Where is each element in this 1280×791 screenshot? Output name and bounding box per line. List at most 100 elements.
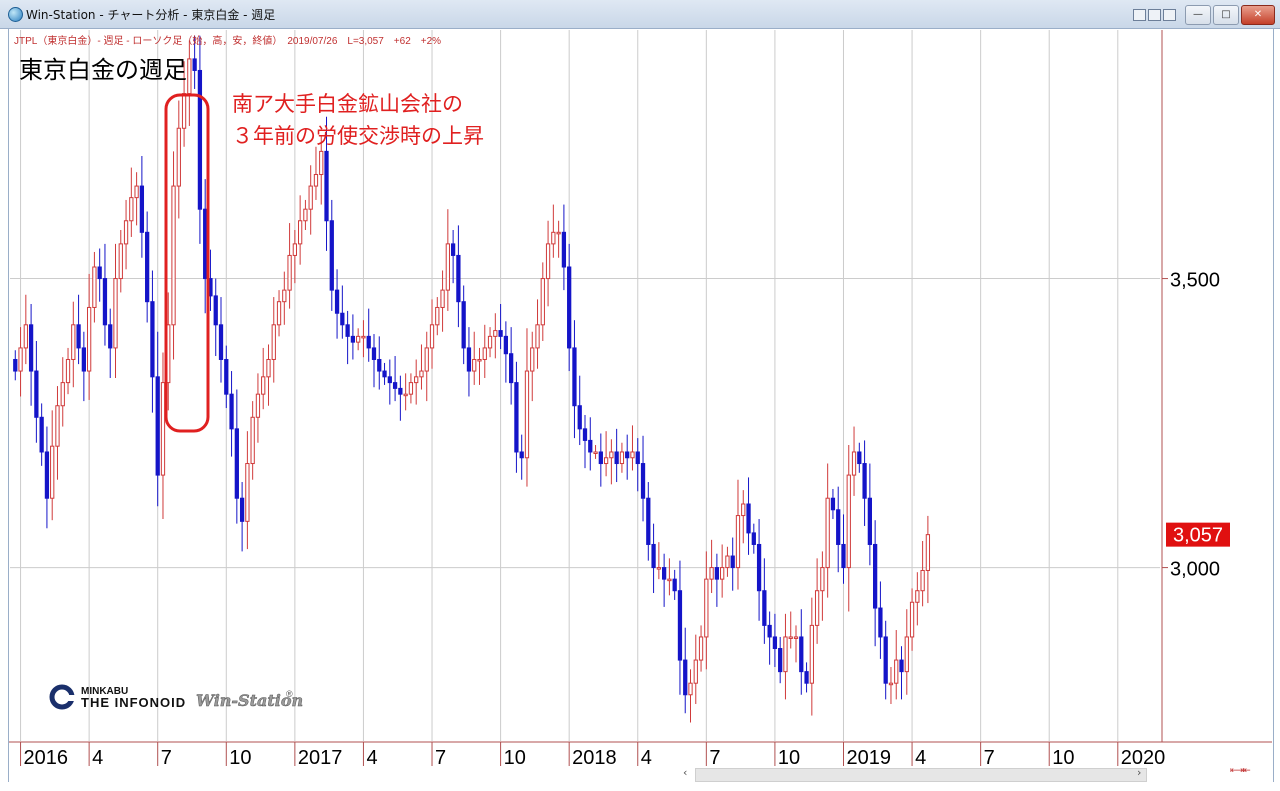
candle-up	[65, 358, 71, 384]
candle-up	[118, 243, 123, 280]
candle-down	[841, 543, 846, 569]
time-scrollbar[interactable]	[695, 768, 1147, 782]
x-tick-label: 2017	[298, 747, 343, 769]
candle-up	[820, 567, 825, 592]
candle-up	[292, 243, 297, 256]
candle-up	[540, 278, 545, 326]
candle-down	[371, 347, 377, 360]
candle-down	[139, 185, 145, 233]
candle-down	[392, 382, 398, 389]
logo-registered: ®	[286, 689, 293, 699]
scroll-left-arrow[interactable]: ‹	[683, 766, 687, 779]
candle-up	[894, 659, 899, 684]
candle-down	[108, 324, 113, 349]
candle-down	[730, 555, 735, 569]
candle-down	[34, 370, 39, 418]
last-price-label: 3,057	[1173, 525, 1223, 547]
candle-up	[276, 301, 282, 326]
candle-up	[171, 185, 176, 326]
candle-down	[762, 590, 767, 626]
candle-down	[640, 463, 646, 499]
candle-up	[245, 463, 250, 522]
candle-down	[567, 266, 572, 349]
candle-down	[778, 648, 783, 673]
candle-down	[677, 590, 683, 661]
candle-down	[772, 636, 778, 650]
candle-down	[450, 243, 456, 256]
y-tick-label: 3,000	[1170, 559, 1220, 581]
candle-down	[582, 428, 588, 441]
candle-up	[60, 382, 65, 407]
x-tick-label: 7	[435, 747, 446, 769]
zoom-controls-icon[interactable]: ⇤⇥⇤	[1230, 766, 1251, 776]
candle-up	[487, 335, 493, 349]
candle-down	[387, 376, 392, 384]
candle-down	[836, 509, 841, 545]
candle-down	[239, 497, 245, 522]
candle-down	[661, 567, 667, 580]
candle-up	[735, 515, 741, 569]
candle-down	[329, 220, 334, 291]
candle-down	[714, 567, 720, 580]
candle-down	[572, 347, 577, 407]
candle-down	[498, 330, 503, 337]
candle-up	[361, 335, 366, 339]
candle-up	[493, 330, 498, 337]
candle-down	[197, 69, 203, 210]
candle-up	[187, 58, 192, 95]
candle-down	[324, 150, 329, 222]
candle-down	[873, 543, 878, 609]
candle-down	[614, 451, 619, 465]
candle-down	[862, 463, 867, 499]
candle-up	[319, 150, 324, 176]
candle-up	[593, 451, 598, 454]
candle-up	[282, 289, 287, 303]
candle-down	[340, 312, 345, 326]
candle-up	[915, 590, 920, 603]
candle-up	[255, 393, 261, 418]
candle-up	[851, 451, 857, 476]
candle-down	[13, 358, 18, 372]
candle-up	[524, 370, 530, 459]
x-tick-label: 2018	[572, 747, 617, 769]
x-tick-label: 4	[915, 747, 926, 769]
candle-up	[909, 601, 915, 638]
candle-up	[18, 347, 23, 372]
candle-up	[793, 636, 799, 639]
candle-down	[830, 497, 836, 511]
y-tick-label: 3,500	[1170, 270, 1220, 292]
candle-down	[804, 671, 809, 684]
candle-down	[503, 335, 509, 355]
annotation-line-1: 南ア大手白金鉱山会社の	[232, 92, 463, 116]
candle-down	[213, 295, 218, 326]
candle-down	[334, 289, 340, 314]
candle-down	[519, 451, 524, 459]
candle-down	[635, 451, 640, 465]
candle-up	[440, 289, 445, 308]
candle-down	[155, 376, 160, 476]
x-tick-label: 10	[1052, 747, 1074, 769]
x-axis-labels: 2016 4 7 10 2017 4 7 10 2018 4 7 10 2019 4 7 10 2020	[20, 742, 1165, 769]
scroll-right-arrow[interactable]: ›	[1137, 766, 1141, 779]
x-tick-label: 2016	[24, 747, 69, 769]
x-tick-label: 4	[366, 747, 377, 769]
candle-up	[308, 185, 313, 210]
logo-brand-big: THE INFONOID	[81, 695, 186, 710]
candle-up	[429, 324, 435, 349]
price-chart[interactable]: 3,500 3,000 2016 4 7 10 2017 4 7 10 2018 4 7 10 2019 4…	[0, 0, 1280, 791]
candle-down	[192, 58, 197, 71]
candle-up	[888, 682, 894, 686]
x-tick-label: 4	[92, 747, 103, 769]
candle-up	[825, 497, 830, 569]
candle-up	[656, 567, 661, 570]
candle-down	[646, 497, 651, 545]
x-tick-label: 7	[709, 747, 720, 769]
x-tick-label: 10	[778, 747, 800, 769]
candle-up	[424, 347, 429, 372]
candle-up	[814, 590, 820, 626]
candle-up	[630, 451, 635, 459]
minkabu-logo: MINKABU THE INFONOID Win-Station ®	[49, 684, 303, 710]
candle-up	[720, 567, 725, 580]
candle-down	[145, 231, 150, 303]
candle-up	[688, 682, 693, 696]
